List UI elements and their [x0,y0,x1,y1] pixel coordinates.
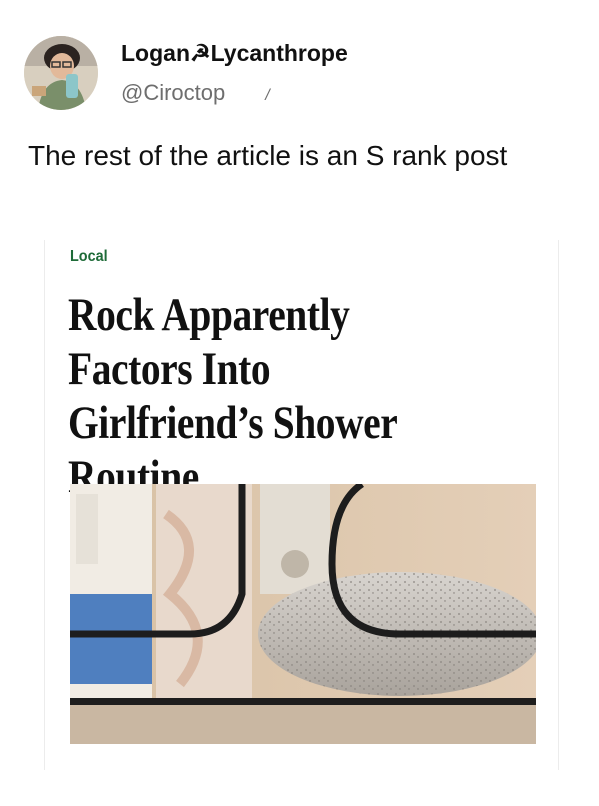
profile-photo-icon [24,36,98,110]
handle-suffix: / [265,87,270,104]
article-image[interactable] [70,484,536,744]
article-section-label[interactable]: Local [70,248,108,266]
article-headline[interactable]: Rock Apparently Factors Into Girlfriend’… [68,288,463,504]
card-border-left [44,240,45,770]
card-border-right [558,240,559,770]
pumice-stone-photo-icon [70,484,536,744]
tweet-text: The rest of the article is an S rank pos… [28,140,508,171]
handle-text: @Ciroctop [121,80,226,105]
avatar[interactable] [24,36,98,110]
handle[interactable]: @Ciroctop / [121,80,270,106]
display-name[interactable]: Logan☭Lycanthrope [121,40,348,67]
